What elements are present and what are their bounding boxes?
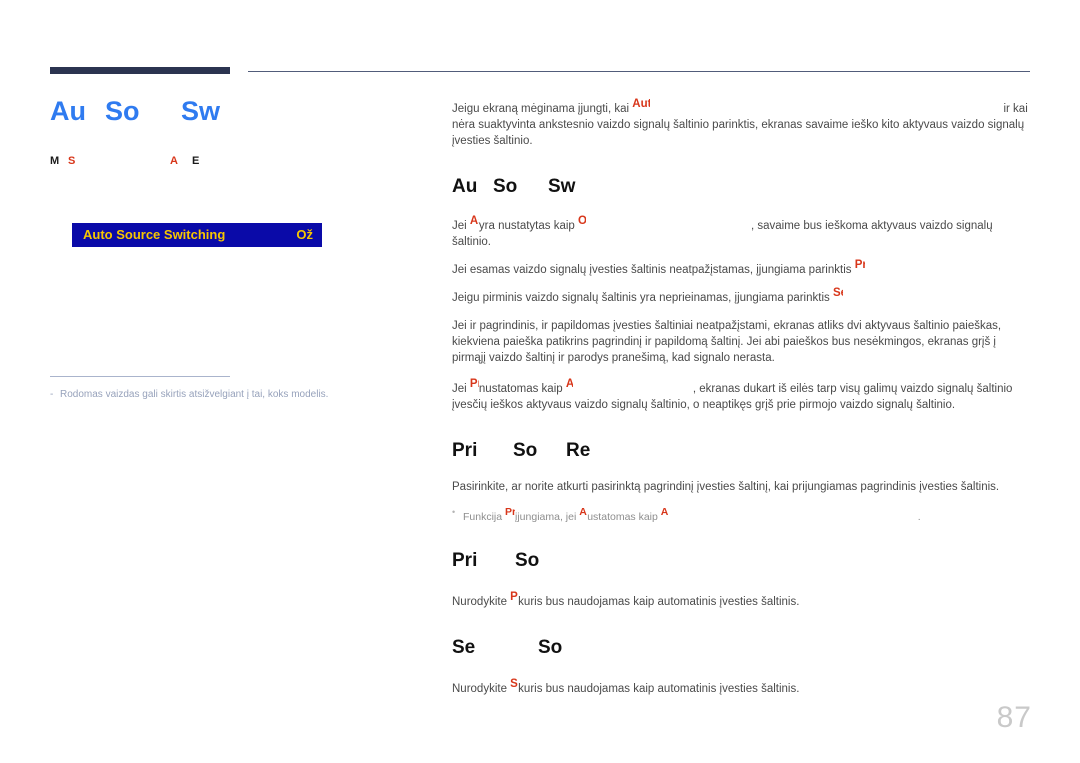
n-p5: ustatomas kaip [587, 511, 661, 523]
section4-heading-segment-2: So [538, 637, 563, 658]
section1-paragraph-1: Jei ir pagrindinis, ir papildomas įvesti… [452, 320, 1002, 364]
footnote-row: - Rodomas vaizdas gali skirtis atsižvelg… [50, 388, 370, 401]
s3-p1: Nurodykite [452, 596, 511, 608]
footnote-text: Rodomas vaizdas gali skirtis atsižvelgia… [60, 389, 329, 400]
section1-bullet-3: Jeigu pirminis vaizdo signalų šaltinis y… [452, 285, 1030, 306]
n-p7: . [917, 511, 921, 523]
section1-bullet-1: Jei Asyra nustatytas kaip O, savaime bus… [452, 213, 1030, 250]
section1-heading-segment-1: Au [452, 176, 478, 197]
n-p1: Funkcija [463, 511, 506, 523]
intro-before: Jeigu ekraną mėginama įjungti, kai [452, 103, 633, 115]
section3-heading-segment-1: Pri [452, 550, 478, 571]
footnote-divider [50, 376, 230, 377]
b1-red-1: As [469, 215, 479, 227]
p2-red-1: Pr [469, 378, 479, 390]
s4-red-1: Se [510, 678, 518, 690]
menu-path-token-menu: M [50, 155, 60, 167]
p2-p3: nustatomas kaip [478, 383, 566, 395]
footnote-dash: - [50, 389, 54, 400]
p2-red-2: A [565, 378, 573, 390]
intro-paragraph: Jeigu ekraną mėginama įjungti, kai Aut i… [452, 96, 1030, 149]
section4-paragraph: Nurodykite Sekuris bus naudojamas kaip a… [452, 676, 1030, 697]
section2-note: • Funkcija Priįjungiama, jei Auustatomas… [452, 505, 1030, 525]
b1-red-2: O [577, 215, 586, 227]
section4-heading: Se So [452, 636, 1030, 660]
section1-paragraph-2: Jei Prnustatomas kaip A, ekranas dukart … [452, 376, 1030, 413]
s4-p1: Nurodykite [452, 683, 511, 695]
b2-p1: Jei esamas vaizdo signalų įvesties šalti… [452, 264, 855, 276]
section1-bullet-2: Jei esamas vaizdo signalų įvesties šalti… [452, 257, 1030, 278]
menu-path-breadcrumb: MS A E [50, 154, 410, 168]
b2-red-1: Pr [854, 259, 865, 271]
page-header [0, 0, 1080, 90]
p2-p1: Jei [452, 383, 470, 395]
bullet-1-text: Jei Asyra nustatytas kaip O, savaime bus… [452, 213, 1030, 250]
section3-paragraph: Nurodykite Prkuris bus naudojamas kaip a… [452, 589, 1030, 610]
section1-heading-segment-2: So [493, 176, 518, 197]
menu-path-token-enter: E [192, 155, 200, 167]
heading-segment-1: Au [50, 96, 86, 126]
section3-heading-segment-2: So [515, 550, 540, 571]
footnote-block: - Rodomas vaizdas gali skirtis atsižvelg… [50, 376, 370, 401]
section1-heading-segment-3: Sw [548, 176, 576, 197]
section4-heading-segment-1: Se [452, 637, 476, 658]
heading-segment-3: Sw [181, 96, 221, 126]
page-number: 87 [996, 701, 1032, 734]
n-red-1: Pri [505, 506, 516, 518]
section2-heading-segment-3: Re [566, 440, 591, 461]
left-section-heading: Au So Sw [50, 96, 410, 126]
b3-red-1: Se [832, 287, 843, 299]
osd-row-value[interactable]: Ož [296, 223, 313, 247]
s3-p3: kuris bus naudojamas kaip automatinis įv… [518, 596, 800, 608]
section1-heading: Au So Sw [452, 175, 1030, 199]
left-column: Au So Sw MS A E [50, 96, 410, 168]
header-accent-bar [50, 67, 230, 74]
section2-heading: Pri So Re [452, 439, 1030, 463]
intro-red-token: Aut [632, 98, 651, 110]
osd-row-label: Auto Source Switching [83, 227, 226, 242]
b3-p1: Jeigu pirminis vaizdo signalų šaltinis y… [452, 292, 833, 304]
note-bullet-marker: • [452, 507, 456, 517]
header-divider-rule [248, 71, 1030, 72]
bullet-2-text: Jei esamas vaizdo signalų įvesties šalti… [452, 257, 865, 278]
n-p3: įjungiama, jei [515, 511, 580, 523]
b1-p3: yra nustatytas kaip [478, 220, 578, 232]
section2-heading-segment-2: So [513, 440, 538, 461]
section3-heading: Pri So [452, 549, 1030, 573]
section2-paragraph: Pasirinkite, ar norite atkurti pasirinkt… [452, 481, 1000, 493]
s4-p3: kuris bus naudojamas kaip automatinis įv… [518, 683, 800, 695]
menu-path-token-auto-icon: A [170, 155, 178, 167]
right-column: Jeigu ekraną mėginama įjungti, kai Aut i… [452, 96, 1030, 697]
bullet-3-text: Jeigu pirminis vaizdo signalų šaltinis y… [452, 285, 843, 306]
s3-red-1: Pr [510, 591, 518, 603]
n-red-3: A [660, 506, 668, 518]
osd-menu-row-auto-source-switching[interactable]: Auto Source Switching Ož [72, 223, 322, 247]
menu-path-token-system-icon: S [68, 155, 76, 167]
heading-segment-2: So [105, 96, 140, 126]
section2-heading-segment-1: Pri [452, 440, 478, 461]
note-text: Funkcija Priįjungiama, jei Auustatomas k… [463, 505, 921, 525]
b1-p1: Jei [452, 220, 470, 232]
